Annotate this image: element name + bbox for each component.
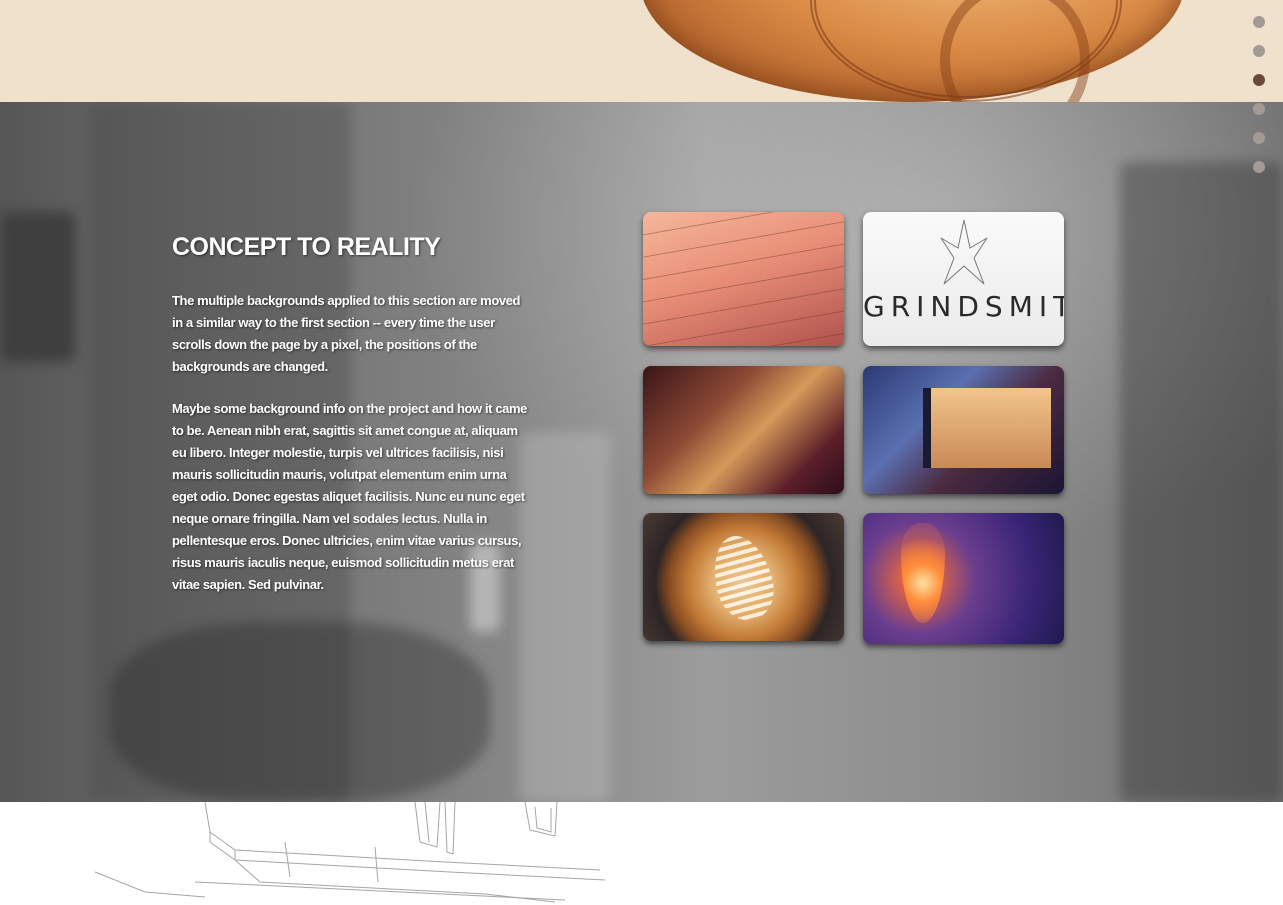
latte-leaf-decoration bbox=[704, 529, 782, 627]
gallery-thumb-logo-window[interactable]: GRINDSMITH bbox=[863, 212, 1064, 346]
gallery-thumb-signage[interactable] bbox=[643, 212, 844, 346]
background-blur-shape bbox=[0, 212, 75, 362]
wooden-coin-image bbox=[640, 0, 1185, 102]
next-section-band bbox=[0, 802, 1283, 905]
background-blur-shape bbox=[110, 622, 490, 802]
page: CONCEPT TO REALITY The multiple backgrou… bbox=[0, 0, 1283, 905]
signage-lines-decoration bbox=[643, 212, 844, 346]
dot-nav-item-3-active[interactable] bbox=[1253, 74, 1265, 86]
dot-nav-item-2[interactable] bbox=[1253, 45, 1265, 57]
section-paragraph: Maybe some background info on the projec… bbox=[172, 401, 527, 592]
dot-nav-item-1[interactable] bbox=[1253, 16, 1265, 28]
window-signage-text: GRINDSMITH bbox=[863, 290, 1064, 323]
building-sketch-image bbox=[94, 802, 605, 903]
cafe-window-decoration bbox=[923, 388, 1051, 468]
concept-text-block: CONCEPT TO REALITY The multiple backgrou… bbox=[172, 232, 527, 616]
section-dot-navigation bbox=[1253, 16, 1267, 190]
concept-section: CONCEPT TO REALITY The multiple backgrou… bbox=[0, 102, 1283, 802]
dot-nav-item-5[interactable] bbox=[1253, 132, 1265, 144]
section-paragraph: The multiple backgrounds applied to this… bbox=[172, 293, 521, 374]
gallery-thumb-latte-art[interactable] bbox=[643, 513, 844, 641]
dot-nav-item-4[interactable] bbox=[1253, 103, 1265, 115]
section-title: CONCEPT TO REALITY bbox=[172, 233, 441, 261]
dot-nav-item-6[interactable] bbox=[1253, 161, 1265, 173]
background-blur-shape bbox=[1120, 162, 1283, 802]
gallery-thumb-edison-bulb[interactable] bbox=[863, 513, 1064, 644]
photo-gallery: GRINDSMITH bbox=[643, 212, 1064, 652]
previous-section-band bbox=[0, 0, 1283, 102]
star-logo-icon bbox=[940, 219, 988, 285]
bulb-decoration bbox=[901, 523, 945, 623]
gallery-thumb-cafe-exterior[interactable] bbox=[863, 366, 1064, 494]
gallery-thumb-espresso-machine[interactable] bbox=[643, 366, 844, 494]
background-blur-shape bbox=[520, 432, 610, 802]
